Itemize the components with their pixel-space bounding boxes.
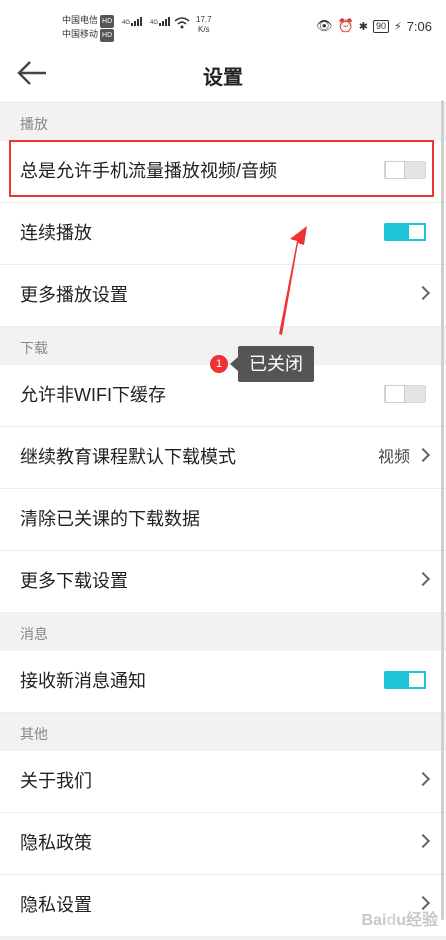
setting-label: 总是允许手机流量播放视频/音频: [20, 161, 277, 181]
wifi-icon: [174, 17, 190, 29]
section-header-other: 其他: [0, 713, 446, 751]
signal-icons: 4G 4G: [122, 17, 171, 26]
setting-value: 视频: [377, 449, 410, 466]
setting-label: 允许非WIFI下缓存: [20, 385, 166, 405]
carrier-info: 中国电信 HD 中国移动 HD: [62, 14, 115, 42]
chevron-right-icon: [415, 447, 431, 463]
setting-label: 关于我们: [20, 771, 92, 791]
setting-about-us[interactable]: 关于我们: [0, 751, 446, 813]
app-header: 设置: [0, 44, 446, 103]
network-speed: 17.7 K/s: [196, 15, 212, 35]
signal-icon: [131, 17, 143, 26]
setting-more-playback[interactable]: 更多播放设置: [0, 265, 446, 327]
toggle-switch-off[interactable]: [384, 385, 426, 403]
signal-icon: [159, 17, 171, 26]
status-right: 👁 ⏰ ✱ 90 ⚡ 7:06: [316, 18, 432, 34]
network-type-label: 4G: [150, 20, 159, 26]
hd-badge: HD: [100, 15, 115, 28]
speed-value: 17.7: [196, 15, 212, 24]
setting-clear-closed-downloads[interactable]: 清除已关课的下载数据: [0, 489, 446, 551]
scrollbar[interactable]: [441, 100, 444, 920]
setting-default-download-mode[interactable]: 继续教育课程默认下载模式 视频: [0, 427, 446, 489]
setting-label: 继续教育课程默认下载模式: [20, 447, 236, 467]
speed-unit: K/s: [198, 25, 210, 34]
carrier-2: 中国移动: [62, 29, 99, 39]
charging-icon: ⚡: [393, 20, 402, 33]
hd-badge: HD: [100, 29, 115, 42]
section-header-playback: 播放: [0, 103, 446, 141]
page-title: 设置: [203, 67, 243, 89]
setting-privacy-policy[interactable]: 隐私政策: [0, 813, 446, 875]
watermark-logo: Baidu经验: [361, 912, 438, 929]
clock-time: 7:06: [406, 18, 432, 34]
battery-icon: 90: [372, 19, 389, 33]
chevron-right-icon: [415, 285, 431, 301]
toggle-switch-on[interactable]: [384, 223, 426, 241]
setting-non-wifi-cache[interactable]: 允许非WIFI下缓存: [0, 365, 446, 427]
toggle-switch-off[interactable]: [384, 161, 426, 179]
section-header-messages: 消息: [0, 613, 446, 651]
chevron-right-icon: [415, 571, 431, 587]
carrier-1: 中国电信: [62, 15, 99, 25]
setting-more-download[interactable]: 更多下载设置: [0, 551, 446, 613]
setting-label: 清除已关课的下载数据: [20, 509, 200, 529]
eye-icon: 👁: [316, 18, 333, 33]
setting-label: 更多下载设置: [20, 571, 128, 591]
chevron-right-icon: [415, 771, 431, 787]
network-type-label: 4G: [122, 20, 131, 26]
setting-label: 连续播放: [20, 223, 92, 243]
setting-label: 接收新消息通知: [20, 671, 146, 691]
chevron-right-icon: [415, 833, 431, 849]
setting-label: 更多播放设置: [20, 285, 128, 305]
setting-continuous-play[interactable]: 连续播放: [0, 203, 446, 265]
setting-label: 隐私政策: [20, 833, 92, 853]
toggle-switch-on[interactable]: [384, 671, 426, 689]
setting-mobile-data-playback[interactable]: 总是允许手机流量播放视频/音频: [0, 141, 446, 203]
setting-new-message-notify[interactable]: 接收新消息通知: [0, 651, 446, 713]
setting-label: 隐私设置: [20, 895, 92, 915]
annotation-tooltip: 已关闭: [230, 346, 314, 382]
annotation-badge: 1: [210, 355, 228, 373]
status-bar: 中国电信 HD 中国移动 HD 4G 4G 17.7 K/s 👁 ⏰ ✱ 90 ⚡ …: [0, 0, 446, 44]
alarm-icon: ⏰: [337, 18, 354, 33]
vibrate-icon: ✱: [358, 20, 368, 33]
